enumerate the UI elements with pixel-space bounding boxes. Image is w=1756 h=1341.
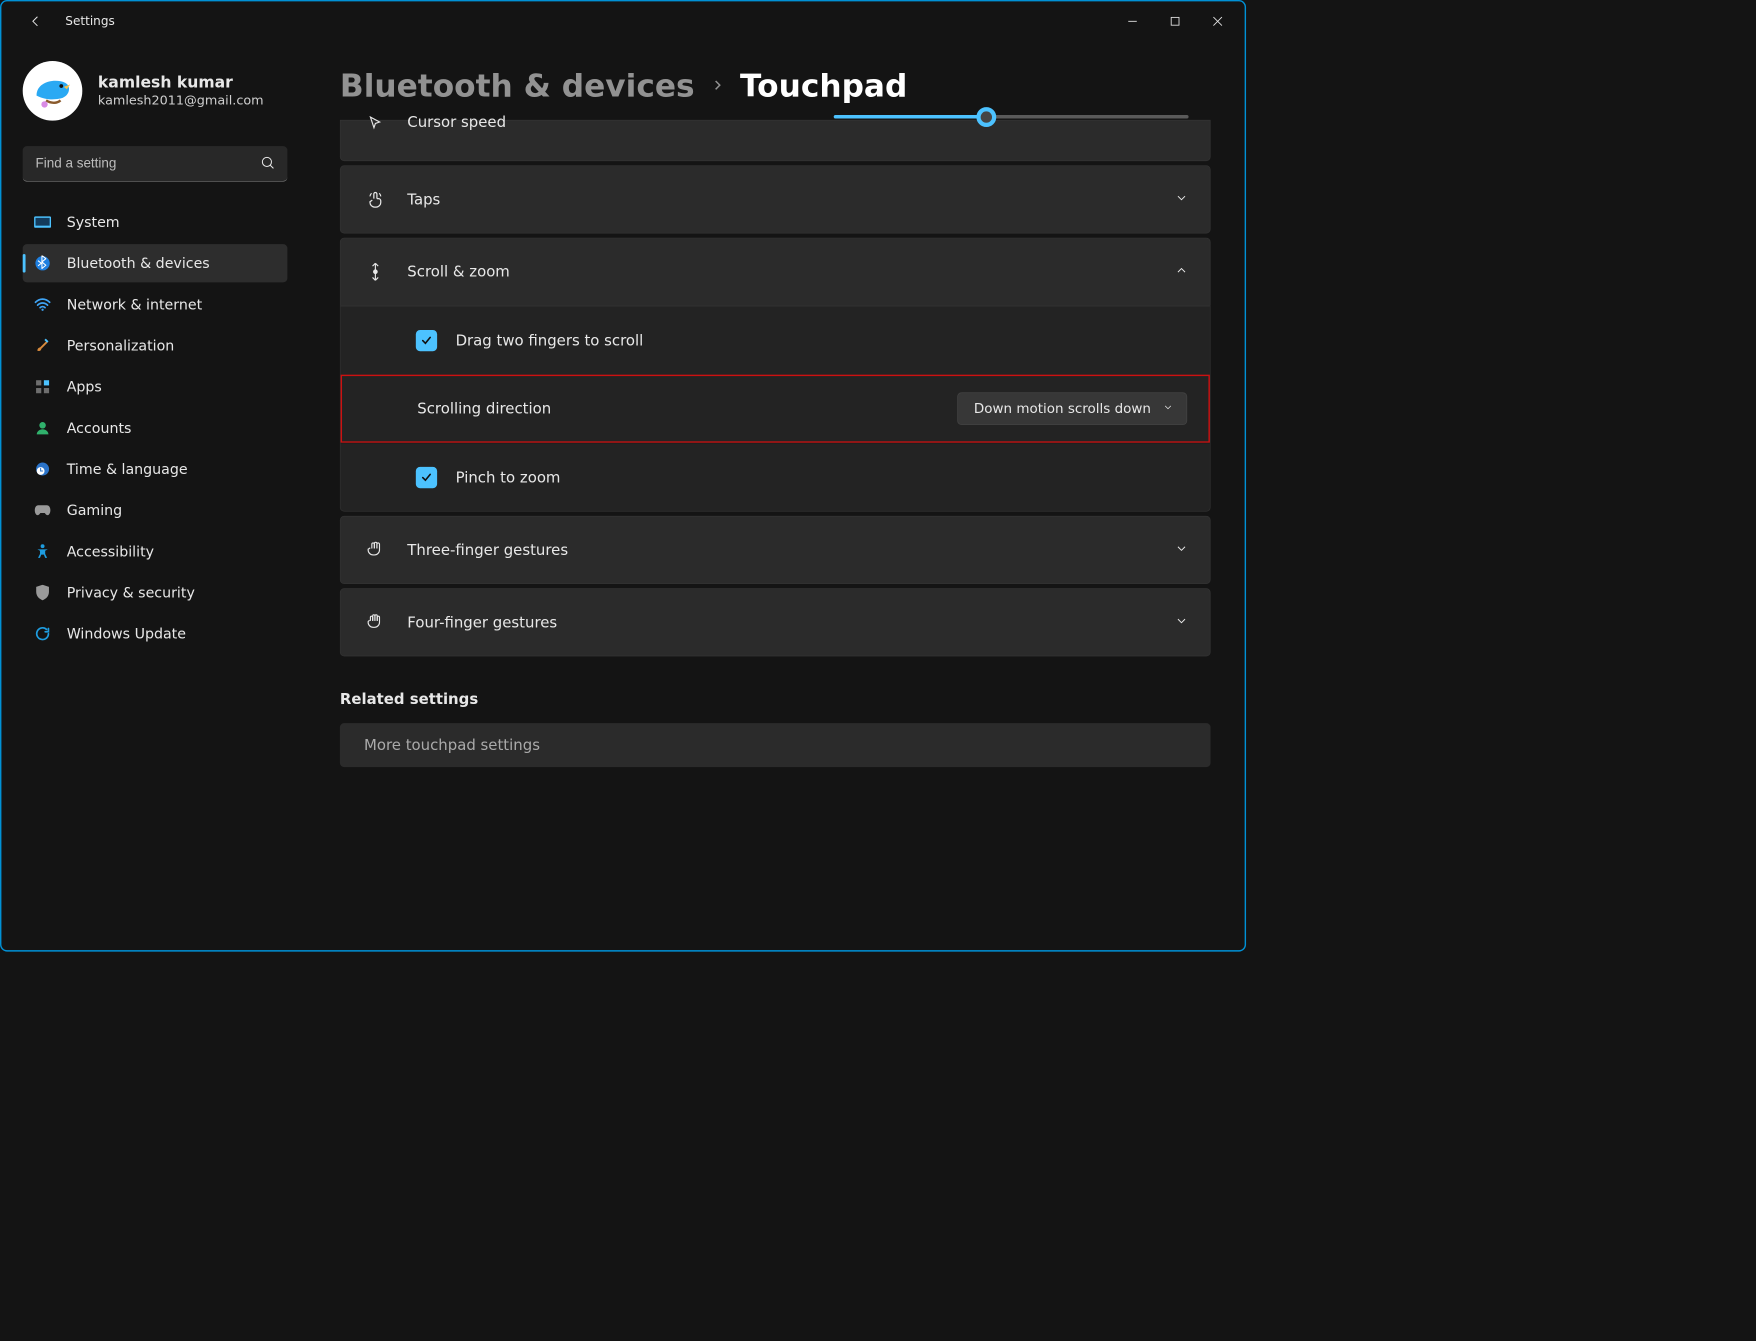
- tap-icon: [365, 190, 386, 208]
- card-taps[interactable]: Taps: [340, 165, 1211, 233]
- card-scroll-zoom[interactable]: Scroll & zoom: [340, 238, 1211, 306]
- clock-globe-icon: [34, 461, 51, 478]
- cursor-icon: [365, 115, 386, 132]
- nav: System Bluetooth & devices Network & int…: [23, 203, 288, 653]
- checkbox-checked[interactable]: [416, 330, 437, 351]
- four-finger-icon: [365, 612, 386, 632]
- card-cursor-speed: Cursor speed: [340, 120, 1211, 161]
- nav-item-system[interactable]: System: [23, 203, 288, 241]
- breadcrumb-parent[interactable]: Bluetooth & devices: [340, 68, 695, 104]
- profile-name: kamlesh kumar: [98, 74, 264, 92]
- maximize-button[interactable]: [1154, 5, 1197, 38]
- row-drag-two-fingers[interactable]: Drag two fingers to scroll: [341, 307, 1210, 375]
- nav-item-windows-update[interactable]: Windows Update: [23, 615, 288, 653]
- card-more-touchpad[interactable]: More touchpad settings: [340, 723, 1211, 767]
- profile[interactable]: kamlesh kumar kamlesh2011@gmail.com: [23, 61, 288, 121]
- nav-label: Privacy & security: [67, 584, 195, 601]
- nav-item-apps[interactable]: Apps: [23, 368, 288, 406]
- card-label: Four-finger gestures: [407, 614, 1153, 631]
- breadcrumb-current: Touchpad: [740, 68, 907, 104]
- update-icon: [34, 625, 51, 642]
- chevron-down-icon: [1174, 191, 1188, 208]
- dropdown-value: Down motion scrolls down: [974, 401, 1151, 417]
- card-label: Three-finger gestures: [407, 541, 1153, 558]
- person-icon: [34, 419, 51, 436]
- chevron-down-icon: [1174, 541, 1188, 558]
- accessibility-icon: [34, 543, 51, 560]
- nav-item-network[interactable]: Network & internet: [23, 285, 288, 323]
- chevron-down-icon: [1162, 401, 1173, 417]
- sub-label: Scrolling direction: [417, 400, 551, 417]
- nav-label: Bluetooth & devices: [67, 255, 210, 272]
- paintbrush-icon: [34, 337, 51, 354]
- nav-label: Gaming: [67, 502, 122, 519]
- shield-icon: [34, 584, 51, 601]
- nav-label: Personalization: [67, 337, 175, 354]
- back-button[interactable]: [26, 11, 46, 31]
- card-four-finger[interactable]: Four-finger gestures: [340, 588, 1211, 656]
- gamepad-icon: [34, 502, 51, 519]
- nav-item-personalization[interactable]: Personalization: [23, 326, 288, 364]
- sub-label: Drag two fingers to scroll: [456, 332, 644, 349]
- card-label: Taps: [407, 191, 1153, 208]
- nav-label: Accessibility: [67, 543, 154, 560]
- app-title: Settings: [65, 14, 114, 28]
- search-input[interactable]: [23, 146, 288, 181]
- scroll-icon: [365, 262, 386, 282]
- close-button[interactable]: [1196, 5, 1239, 38]
- breadcrumb: Bluetooth & devices Touchpad: [340, 68, 1211, 104]
- scroll-zoom-subgroup: Drag two fingers to scroll Scrolling dir…: [340, 306, 1211, 512]
- nav-label: Time & language: [67, 461, 188, 478]
- profile-email: kamlesh2011@gmail.com: [98, 93, 264, 108]
- row-scrolling-direction: Scrolling direction Down motion scrolls …: [341, 375, 1210, 443]
- cursor-speed-slider[interactable]: [834, 115, 1189, 119]
- checkbox-checked[interactable]: [416, 467, 437, 488]
- nav-item-gaming[interactable]: Gaming: [23, 491, 288, 529]
- nav-label: Apps: [67, 378, 102, 395]
- related-heading: Related settings: [340, 690, 1211, 707]
- nav-label: System: [67, 214, 120, 231]
- wifi-icon: [34, 296, 51, 313]
- system-icon: [34, 214, 51, 231]
- chevron-up-icon: [1174, 263, 1188, 280]
- minimize-button[interactable]: [1111, 5, 1154, 38]
- search-icon: [260, 155, 276, 173]
- chevron-right-icon: [710, 78, 724, 95]
- titlebar: Settings: [1, 1, 1244, 41]
- chevron-down-icon: [1174, 614, 1188, 631]
- sub-label: Pinch to zoom: [456, 469, 561, 486]
- card-label: Cursor speed: [407, 114, 787, 131]
- nav-item-privacy[interactable]: Privacy & security: [23, 573, 288, 611]
- apps-icon: [34, 378, 51, 395]
- card-label: More touchpad settings: [364, 737, 540, 754]
- sidebar: kamlesh kumar kamlesh2011@gmail.com Syst…: [1, 41, 303, 950]
- nav-label: Network & internet: [67, 296, 202, 313]
- nav-item-accessibility[interactable]: Accessibility: [23, 532, 288, 570]
- scrolling-direction-dropdown[interactable]: Down motion scrolls down: [958, 392, 1188, 425]
- three-finger-icon: [365, 540, 386, 560]
- nav-label: Windows Update: [67, 625, 186, 642]
- content: Bluetooth & devices Touchpad Cursor spee…: [303, 41, 1245, 950]
- nav-label: Accounts: [67, 419, 132, 436]
- nav-item-accounts[interactable]: Accounts: [23, 409, 288, 447]
- card-label: Scroll & zoom: [407, 263, 1153, 280]
- nav-item-time-language[interactable]: Time & language: [23, 450, 288, 488]
- bluetooth-icon: [34, 255, 51, 272]
- avatar: [23, 61, 83, 121]
- nav-item-bluetooth-devices[interactable]: Bluetooth & devices: [23, 244, 288, 282]
- card-three-finger[interactable]: Three-finger gestures: [340, 516, 1211, 584]
- row-pinch-to-zoom[interactable]: Pinch to zoom: [341, 443, 1210, 511]
